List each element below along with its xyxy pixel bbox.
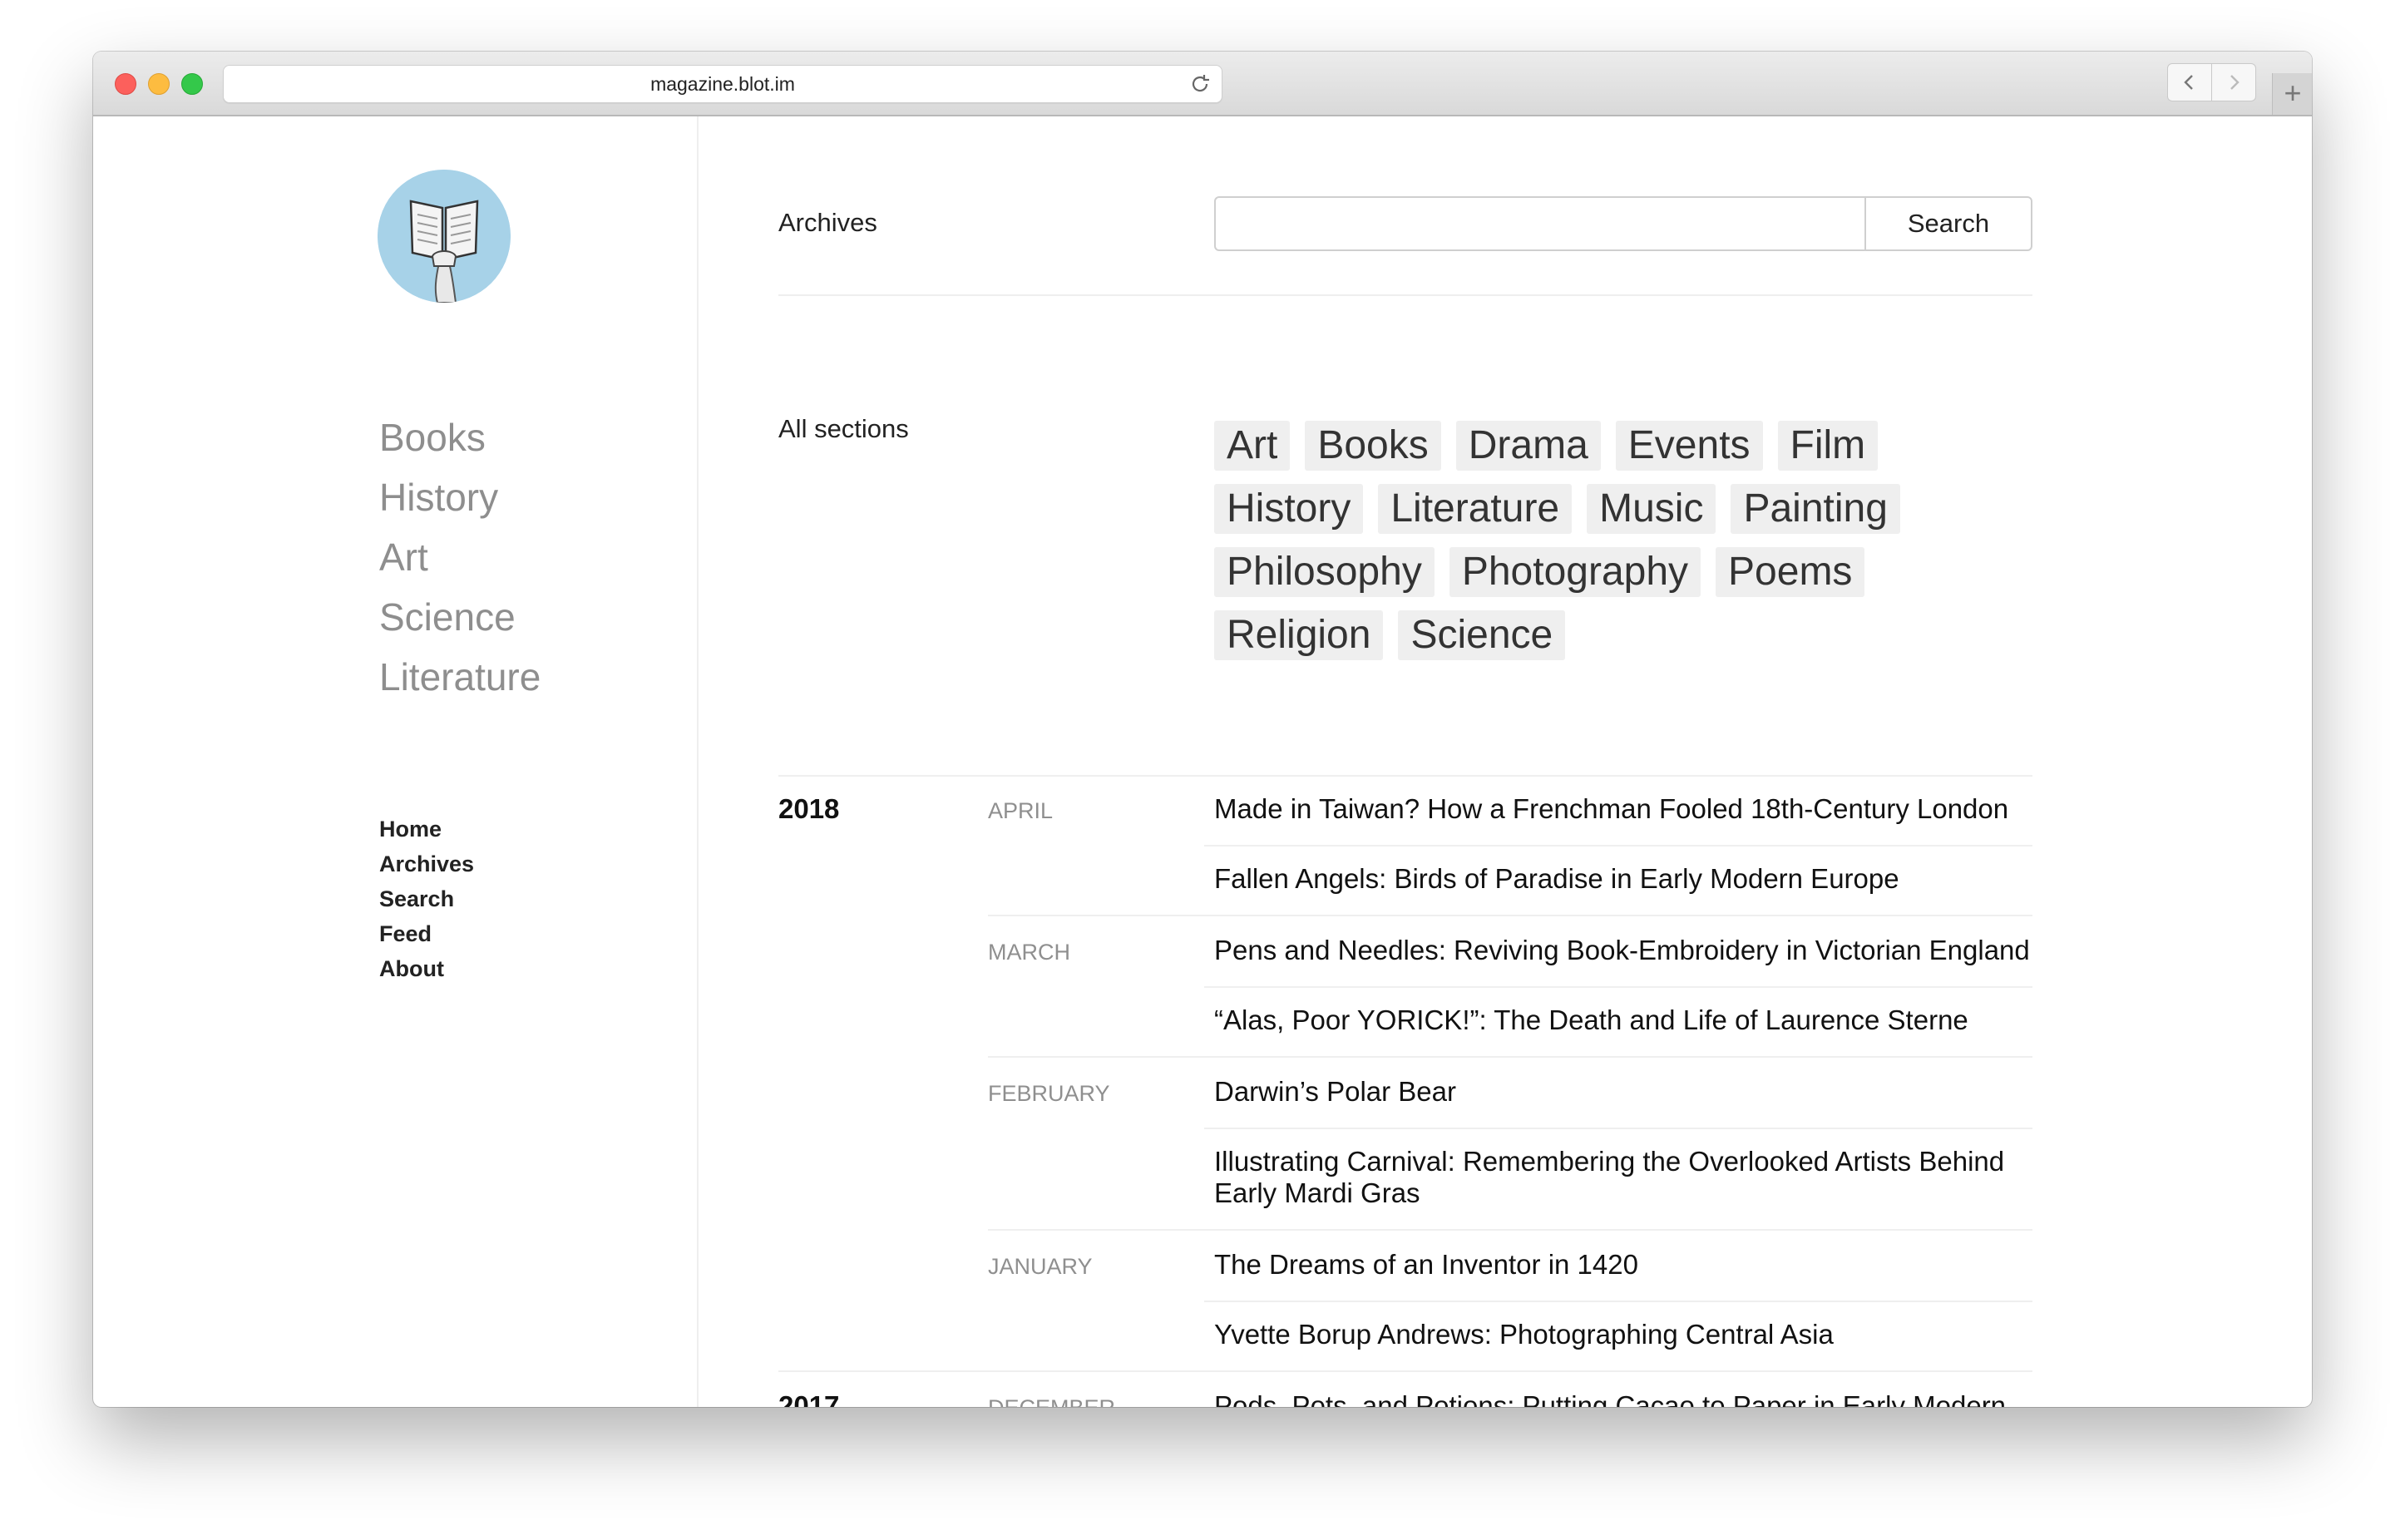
archive-row: 2018 April Made in Taiwan? How a Frenchm… bbox=[778, 775, 2032, 845]
archive-post-link[interactable]: Fallen Angels: Birds of Paradise in Earl… bbox=[1214, 863, 2032, 895]
archive-post-link[interactable]: The Dreams of an Inventor in 1420 bbox=[1214, 1249, 2032, 1281]
address-bar[interactable]: magazine.blot.im bbox=[223, 65, 1222, 103]
archive-post-link[interactable]: Darwin’s Polar Bear bbox=[1214, 1076, 2032, 1108]
zoom-window-button[interactable] bbox=[181, 73, 203, 95]
archive-post-link[interactable]: Made in Taiwan? How a Frenchman Fooled 1… bbox=[1214, 793, 2032, 825]
archive-row: February Darwin’s Polar Bear bbox=[778, 1058, 2032, 1128]
archive-month: February bbox=[988, 1081, 1110, 1106]
minimize-window-button[interactable] bbox=[148, 73, 170, 95]
archive-row: 2017 December Pods, Pots, and Potions: P… bbox=[778, 1372, 2032, 1407]
archive-month: January bbox=[988, 1254, 1093, 1279]
site-nav: Home Archives Search Feed About bbox=[379, 812, 474, 986]
nav-link-archives[interactable]: Archives bbox=[379, 847, 474, 881]
plus-icon: + bbox=[2284, 76, 2302, 110]
nav-link-home[interactable]: Home bbox=[379, 812, 474, 847]
section-link-history[interactable]: History bbox=[379, 467, 541, 527]
section-link-books[interactable]: Books bbox=[379, 407, 541, 467]
tag-film[interactable]: Film bbox=[1777, 421, 1879, 471]
reload-icon[interactable] bbox=[1187, 71, 1213, 97]
archive-month: April bbox=[988, 798, 1054, 823]
archive-row: Illustrating Carnival: Remembering the O… bbox=[778, 1128, 2032, 1229]
tag-row: Religion Science bbox=[1214, 610, 1963, 674]
tag-events[interactable]: Events bbox=[1615, 421, 1763, 471]
archive-row: Fallen Angels: Birds of Paradise in Earl… bbox=[778, 845, 2032, 915]
close-window-button[interactable] bbox=[115, 73, 136, 95]
archive-post-link[interactable]: Illustrating Carnival: Remembering the O… bbox=[1214, 1146, 2032, 1209]
archive-post-link[interactable]: Yvette Borup Andrews: Photographing Cent… bbox=[1214, 1319, 2032, 1350]
archive-month: March bbox=[988, 940, 1070, 965]
tag-photography[interactable]: Photography bbox=[1449, 547, 1701, 597]
archive-row: Yvette Borup Andrews: Photographing Cent… bbox=[778, 1301, 2032, 1370]
main-column: Archives Search All sections Art Books D… bbox=[778, 116, 2032, 1407]
section-nav: Books History Art Science Literature bbox=[379, 407, 541, 707]
archive-row: “Alas, Poor YORICK!”: The Death and Life… bbox=[778, 986, 2032, 1056]
archive-post-link[interactable]: Pens and Needles: Reviving Book-Embroide… bbox=[1214, 935, 2032, 966]
tag-religion[interactable]: Religion bbox=[1214, 610, 1384, 660]
search-button[interactable]: Search bbox=[1864, 196, 2032, 251]
forward-button[interactable] bbox=[2211, 63, 2256, 101]
sidebar: Books History Art Science Literature Hom… bbox=[93, 116, 699, 1407]
archive-row: January The Dreams of an Inventor in 142… bbox=[778, 1231, 2032, 1301]
sections-label: All sections bbox=[778, 414, 909, 443]
tag-drama[interactable]: Drama bbox=[1455, 421, 1601, 471]
browser-window: magazine.blot.im + Books History Art Sci… bbox=[93, 52, 2312, 1407]
tag-row: History Literature Music Painting bbox=[1214, 484, 1963, 547]
tag-row: Art Books Drama Events Film bbox=[1214, 421, 1963, 484]
tag-painting[interactable]: Painting bbox=[1731, 484, 1900, 534]
tag-poems[interactable]: Poems bbox=[1716, 547, 1865, 597]
tag-history[interactable]: History bbox=[1214, 484, 1364, 534]
tag-science[interactable]: Science bbox=[1398, 610, 1566, 660]
back-button[interactable] bbox=[2167, 63, 2212, 101]
title-bar: magazine.blot.im + bbox=[93, 52, 2312, 116]
section-link-art[interactable]: Art bbox=[379, 527, 541, 587]
chevron-right-icon bbox=[2230, 75, 2240, 90]
tag-books[interactable]: Books bbox=[1305, 421, 1441, 471]
archive-year: 2017 bbox=[778, 1390, 840, 1407]
tag-art[interactable]: Art bbox=[1214, 421, 1291, 471]
new-tab-button[interactable]: + bbox=[2272, 73, 2312, 115]
page-content: Books History Art Science Literature Hom… bbox=[93, 116, 2312, 1407]
tag-cloud: Art Books Drama Events Film History Lite… bbox=[1214, 421, 1963, 674]
tag-row: Philosophy Photography Poems bbox=[1214, 547, 1963, 610]
section-link-science[interactable]: Science bbox=[379, 587, 541, 647]
divider bbox=[778, 294, 2032, 296]
nav-link-search[interactable]: Search bbox=[379, 881, 474, 916]
page-title: Archives bbox=[778, 208, 877, 237]
tag-philosophy[interactable]: Philosophy bbox=[1214, 547, 1435, 597]
archive-month: December bbox=[988, 1395, 1115, 1407]
archive-post-link[interactable]: Pods, Pots, and Potions: Putting Cacao t… bbox=[1214, 1390, 2032, 1407]
open-book-icon bbox=[378, 170, 511, 303]
nav-link-feed[interactable]: Feed bbox=[379, 916, 474, 951]
tag-music[interactable]: Music bbox=[1587, 484, 1716, 534]
url-text: magazine.blot.im bbox=[650, 73, 795, 95]
chevron-left-icon bbox=[2184, 75, 2193, 90]
nav-link-about[interactable]: About bbox=[379, 951, 474, 986]
archive-year: 2018 bbox=[778, 793, 840, 824]
section-link-literature[interactable]: Literature bbox=[379, 647, 541, 707]
tag-literature[interactable]: Literature bbox=[1378, 484, 1573, 534]
search-input[interactable] bbox=[1214, 196, 1866, 251]
site-logo[interactable] bbox=[378, 170, 511, 303]
archive-post-link[interactable]: “Alas, Poor YORICK!”: The Death and Life… bbox=[1214, 1004, 2032, 1036]
archive-row: March Pens and Needles: Reviving Book-Em… bbox=[778, 916, 2032, 986]
